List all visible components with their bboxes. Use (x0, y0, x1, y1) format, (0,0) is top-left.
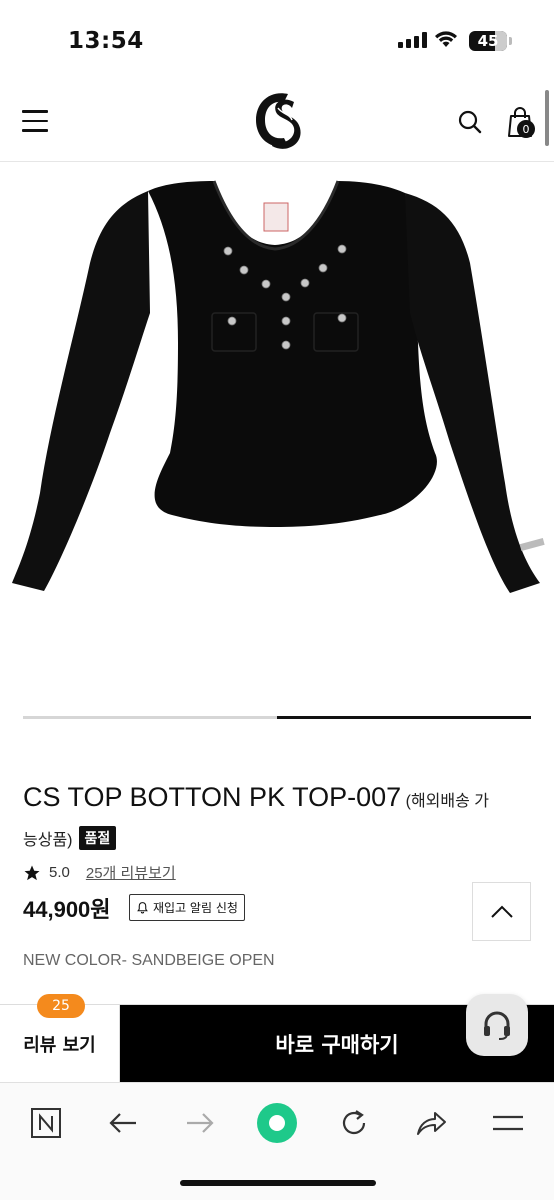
green-home-icon[interactable] (255, 1101, 299, 1145)
restock-label: 재입고 알림 신청 (153, 901, 238, 915)
star-icon (24, 865, 40, 880)
cart-count-badge: 0 (517, 120, 535, 138)
cellular-signal-icon (398, 32, 427, 48)
headset-icon (484, 1011, 510, 1040)
home-indicator[interactable] (180, 1180, 376, 1186)
review-link[interactable]: 25개 리뷰보기 (86, 862, 176, 883)
rating-row: 5.0 25개 리뷰보기 (23, 862, 176, 883)
status-time: 13:54 (68, 28, 144, 54)
image-slider-thumb[interactable] (277, 716, 531, 719)
product-title: CS TOP BOTTON PK TOP-007 (해외배송 가 (23, 782, 533, 813)
brand-logo[interactable] (248, 88, 306, 152)
review-count-badge: 25 (37, 994, 85, 1018)
battery-level: 45 (477, 32, 499, 50)
product-title-line2: 능상품) 품절 (23, 826, 117, 850)
product-image[interactable] (0, 163, 554, 708)
product-title-note-cont: 능상품) (23, 832, 73, 849)
new-color-notice: NEW COLOR- SANDBEIGE OPEN (23, 952, 275, 969)
product-price: 44,900원 (23, 897, 111, 922)
restock-alert-button[interactable]: 재입고 알림 신청 (129, 894, 245, 921)
refresh-icon[interactable] (332, 1101, 376, 1145)
wifi-icon (435, 31, 457, 47)
scroll-top-button[interactable] (472, 882, 531, 941)
rating-value: 5.0 (49, 864, 70, 881)
forward-icon[interactable] (178, 1101, 222, 1145)
soldout-badge: 품절 (78, 826, 117, 850)
status-bar: 13:54 45 (0, 0, 554, 80)
chevron-up-icon (490, 905, 513, 918)
naver-icon[interactable] (24, 1101, 68, 1145)
site-header (0, 80, 554, 162)
battery-tip (509, 37, 512, 45)
chat-support-button[interactable] (466, 994, 528, 1056)
hamburger-menu-icon[interactable] (22, 110, 48, 132)
menu-icon[interactable] (486, 1101, 530, 1145)
search-icon[interactable] (458, 110, 482, 134)
black-top-garment (12, 180, 545, 593)
battery-icon: 45 (469, 31, 507, 51)
product-title-note: (해외배송 가 (405, 793, 489, 810)
share-icon[interactable] (409, 1101, 453, 1145)
bell-icon (137, 902, 148, 914)
product-title-main: CS TOP BOTTON PK TOP-007 (23, 782, 402, 812)
back-icon[interactable] (101, 1101, 145, 1145)
